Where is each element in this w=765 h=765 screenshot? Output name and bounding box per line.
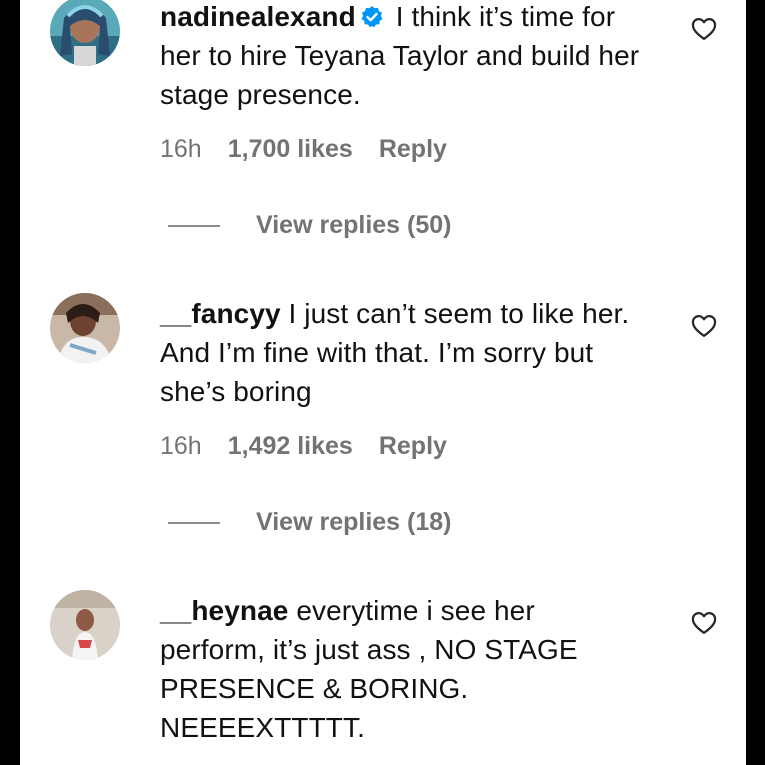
- verified-badge-icon: [361, 6, 383, 28]
- comment-timestamp: 16h: [160, 135, 202, 163]
- heart-outline-icon[interactable]: [690, 15, 718, 43]
- replies-divider: [168, 225, 220, 228]
- avatar[interactable]: [50, 590, 120, 660]
- avatar-image: [50, 293, 120, 363]
- comment-text: nadinealexand I think it’s time for her …: [160, 0, 640, 114]
- comment-meta: 16h 1,700 likes Reply: [160, 135, 447, 164]
- comment-username[interactable]: __heynae: [160, 595, 288, 626]
- comment-timestamp: 16h: [160, 432, 202, 460]
- heart-outline-icon[interactable]: [690, 609, 718, 637]
- comment-text: __fancyy I just can’t seem to like her. …: [160, 294, 640, 411]
- avatar-image: [50, 0, 120, 66]
- comment-username[interactable]: nadinealexand: [160, 1, 356, 32]
- comments-panel: nadinealexand I think it’s time for her …: [20, 0, 746, 765]
- comment-like-count[interactable]: 1,492 likes: [228, 432, 353, 461]
- comment-meta: 16h 1,492 likes Reply: [160, 432, 447, 461]
- screenshot-frame: nadinealexand I think it’s time for her …: [0, 0, 765, 765]
- comment-text: __heynae everytime i see her perform, it…: [160, 591, 640, 747]
- heart-outline-icon[interactable]: [690, 312, 718, 340]
- comment-username[interactable]: __fancyy: [160, 298, 281, 329]
- view-replies-button[interactable]: View replies (18): [168, 508, 451, 537]
- replies-divider: [168, 522, 220, 525]
- view-replies-label[interactable]: View replies (50): [256, 211, 451, 239]
- reply-button[interactable]: Reply: [379, 432, 447, 461]
- avatar[interactable]: [50, 0, 120, 66]
- view-replies-button[interactable]: View replies (50): [168, 211, 451, 240]
- avatar-image: [50, 590, 120, 660]
- avatar[interactable]: [50, 293, 120, 363]
- reply-button[interactable]: Reply: [379, 135, 447, 164]
- view-replies-label[interactable]: View replies (18): [256, 508, 451, 536]
- comment-like-count[interactable]: 1,700 likes: [228, 135, 353, 164]
